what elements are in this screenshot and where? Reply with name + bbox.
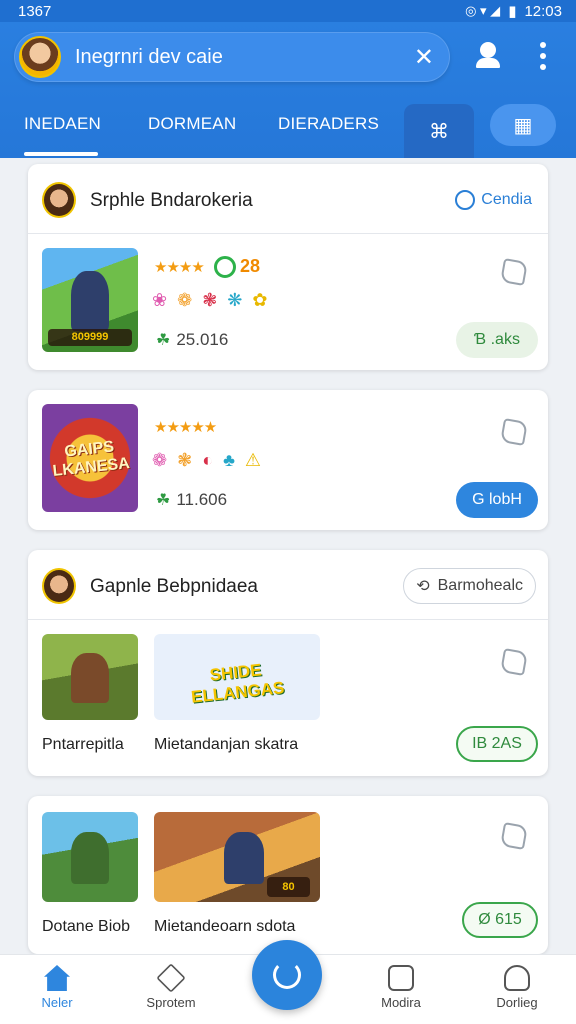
avatar[interactable] [19, 36, 61, 78]
account-icon[interactable] [474, 40, 502, 70]
thumb-label: SHIDE ELLANGAS [190, 660, 286, 708]
section-title: Gapnle Bebpnidaea [90, 576, 258, 597]
media-icon [388, 965, 414, 991]
section-card-3: Gapnle Bebpnidaea ⟲ Barmohealc SHIDE ELLA… [28, 550, 548, 776]
section-link[interactable]: Cendia [455, 190, 532, 210]
download-count-value: 25.016 [176, 330, 229, 349]
thumb-label: 80 [266, 876, 311, 897]
nav-label: Dorlieg [496, 995, 538, 1010]
nav-label: Modira [381, 995, 421, 1010]
section-title: Srphle Bndarokeria [90, 190, 253, 211]
search-bar[interactable]: Inegrnri dev caie ✕ [14, 32, 450, 82]
more-menu-icon[interactable] [540, 42, 548, 70]
game-thumbnail[interactable] [42, 812, 138, 902]
nav-label: Sprotem [146, 995, 196, 1010]
link-icon: ⟲ [416, 578, 430, 595]
action-button[interactable]: Ɓ .aks [456, 322, 538, 358]
tag-icon: ❁ [152, 450, 168, 470]
active-tab-indicator [24, 152, 98, 156]
download-count-value: 11.606 [176, 490, 228, 509]
leaf-icon: ☘ [156, 332, 171, 349]
signal-icon: ◎ ▾ ◢ [465, 3, 501, 18]
game-caption: Pntarrepitla [42, 736, 124, 753]
tag-icon: ❀ [152, 290, 168, 310]
app-header: Inegrnri dev caie ✕ INEDAEN DORMEAN DIER… [0, 22, 576, 158]
puzzle-icon[interactable] [500, 648, 528, 676]
tag-icon: ⚠ [244, 450, 262, 470]
nav-home[interactable]: Neler [12, 965, 102, 1010]
action-button[interactable]: IB 2AS [456, 726, 538, 762]
tag-icon: ❁ [177, 290, 193, 310]
compass-icon [455, 190, 476, 210]
verified-icon [214, 256, 236, 278]
game-thumbnail[interactable]: 80 [154, 812, 320, 902]
status-time-right: 12:03 [524, 2, 562, 20]
status-bar: 1367 ◎ ▾ ◢ ▮ 12:03 [0, 0, 576, 22]
nav-label: Neler [41, 995, 73, 1010]
game-caption: Mietandeoarn sdota [154, 918, 296, 935]
game-thumbnail[interactable]: 809999 [42, 248, 138, 352]
action-button[interactable]: Ø 615 [462, 902, 538, 938]
section-card-4: 80 Dotane Biob Mietandeoarn sdota Ø 615 [28, 796, 548, 954]
profile-icon [504, 965, 530, 991]
section-card-1: Srphle Bndarokeria Cendia 809999 ★★★★ 28… [28, 164, 548, 370]
puzzle-icon[interactable] [500, 822, 528, 850]
avatar [42, 568, 76, 604]
tab-inedaen[interactable]: INEDAEN [24, 114, 101, 134]
game-thumbnail[interactable]: GAIPS LKANESA [42, 404, 138, 512]
section-link-label: Barmohealc [437, 577, 523, 594]
ship-icon [156, 963, 186, 993]
home-icon [44, 965, 70, 991]
tag-icon: ❃ [202, 290, 218, 310]
rating-stars: ★★★★★ [154, 419, 217, 436]
tab-dieraders[interactable]: DIERADERS [278, 114, 379, 134]
map-icon[interactable]: ⌘ [404, 104, 474, 158]
download-count: ☘ 11.606 [156, 490, 227, 510]
leaf-icon: ☘ [156, 492, 171, 509]
battery-icon: ▮ [508, 3, 517, 20]
nav-modira[interactable]: Modira [356, 965, 446, 1010]
action-button[interactable]: G lobH [456, 482, 538, 518]
avatar [42, 182, 76, 218]
rating-extra: 28 [240, 256, 261, 276]
refresh-icon [273, 961, 301, 989]
game-thumbnail[interactable]: SHIDE ELLANGAS [154, 634, 320, 720]
thumb-label: GAIPS LKANESA [51, 438, 131, 480]
nav-dorlieg[interactable]: Dorlieg [472, 965, 562, 1010]
tab-bar: INEDAEN DORMEAN DIERADERS ⌘ ▦ [0, 100, 576, 158]
section-link-label: Cendia [481, 191, 532, 208]
nav-sprotem[interactable]: Sprotem [126, 963, 216, 1010]
section-header: Gapnle Bebpnidaea ⟲ Barmohealc [28, 550, 548, 620]
section-link[interactable]: ⟲ Barmohealc [403, 568, 536, 604]
gallery-icon[interactable]: ▦ [490, 104, 556, 146]
puzzle-icon[interactable] [500, 418, 528, 446]
tab-dormean[interactable]: DORMEAN [148, 114, 236, 134]
game-caption: Mietandanjan skatra [154, 736, 299, 753]
close-icon[interactable]: ✕ [414, 43, 434, 72]
center-action-button[interactable] [252, 940, 322, 1010]
game-thumbnail[interactable] [42, 634, 138, 720]
puzzle-icon[interactable] [500, 258, 528, 286]
tag-icons: ❀ ❁ ❃ ❋ ✿ [152, 290, 267, 311]
game-caption: Dotane Biob [42, 918, 131, 935]
section-card-2: GAIPS LKANESA ★★★★★ ❁ ❃ ◐ ♣ ⚠ ☘ 11.606 G … [28, 390, 548, 530]
tag-icon: ♣ [223, 450, 235, 470]
download-count: ☘ 25.016 [156, 330, 228, 350]
rating-stars: ★★★★ [154, 259, 205, 276]
tag-icon: ✿ [252, 290, 268, 310]
tag-icon: ❃ [177, 450, 193, 470]
thumb-label: 809999 [47, 329, 133, 346]
status-time-left: 1367 [18, 2, 52, 20]
tag-icon: ◐ [202, 450, 214, 470]
section-header: Srphle Bndarokeria Cendia [28, 164, 548, 234]
tag-icons: ❁ ❃ ◐ ♣ ⚠ [152, 450, 261, 471]
search-input[interactable]: Inegrnri dev caie [75, 46, 414, 69]
tag-icon: ❋ [227, 290, 243, 310]
